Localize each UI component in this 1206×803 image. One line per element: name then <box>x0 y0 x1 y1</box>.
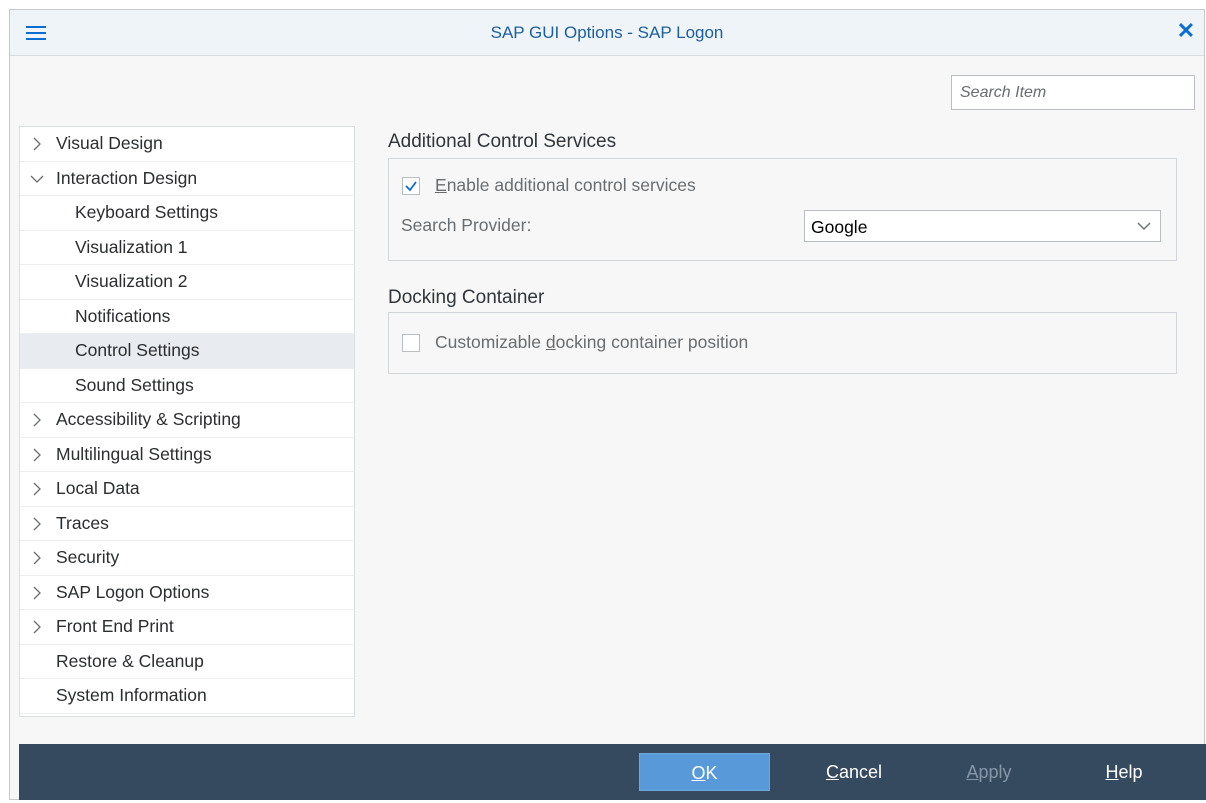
chevron-down-icon <box>1137 222 1151 230</box>
search-provider-select[interactable]: Google <box>804 210 1161 242</box>
close-icon[interactable]: ✕ <box>1174 19 1198 43</box>
tree-item-label: Restore & Cleanup <box>56 650 204 671</box>
tree-item-traces[interactable]: Traces <box>20 507 354 541</box>
tree-item-local-data[interactable]: Local Data <box>20 472 354 507</box>
tree-item-label: Local Data <box>56 478 140 498</box>
tree-item-label: Front End Print <box>56 616 174 636</box>
tree-item-label: Traces <box>56 512 109 533</box>
tree-item-keyboard-settings[interactable]: Keyboard Settings <box>20 196 354 231</box>
tree-item-label: Control Settings <box>75 340 200 360</box>
tree-item-visualization-2[interactable]: Visualization 2 <box>20 265 354 300</box>
section-title-additional-control-services: Additional Control Services <box>388 131 617 152</box>
tree-item-label: System Information <box>56 685 207 705</box>
tree-item-control-settings[interactable]: Control Settings <box>20 334 354 369</box>
tree-item-sound-settings[interactable]: Sound Settings <box>20 369 354 403</box>
tree-item-label: Visualization 2 <box>75 271 188 291</box>
tree-item-system-information[interactable]: System Information <box>20 679 354 714</box>
tree-item-label: Keyboard Settings <box>75 202 219 222</box>
docking-position-label[interactable]: Customizable docking container position <box>435 332 748 353</box>
docking-position-checkbox[interactable] <box>402 334 420 352</box>
tree-item-interaction-design[interactable]: Interaction Design <box>20 162 354 196</box>
section-title-docking-container: Docking Container <box>388 287 545 308</box>
tree-item-label: SAP Logon Options <box>56 581 210 602</box>
window-title: SAP GUI Options - SAP Logon <box>490 23 724 42</box>
enable-control-services-checkbox[interactable] <box>402 177 420 195</box>
tree-item-multilingual-settings[interactable]: Multilingual Settings <box>20 438 354 472</box>
tree-item-notifications[interactable]: Notifications <box>20 300 354 334</box>
docking-container-group: Customizable docking container position <box>388 312 1177 374</box>
tree-item-front-end-print[interactable]: Front End Print <box>20 610 354 645</box>
tree-item-label: Notifications <box>75 305 171 326</box>
tree-item-accessibility-scripting[interactable]: Accessibility & Scripting <box>20 403 354 438</box>
title-bar: SAP GUI Options - SAP Logon ✕ <box>10 10 1204 56</box>
tree-item-sap-logon-options[interactable]: SAP Logon Options <box>20 576 354 610</box>
tree-item-label: Interaction Design <box>56 167 198 188</box>
options-dialog: SAP GUI Options - SAP Logon ✕ Visual Des… <box>9 9 1206 800</box>
checkmark-icon <box>405 181 417 192</box>
tree-item-label: Visual Design <box>56 133 163 153</box>
tree-item-label: Multilingual Settings <box>56 443 212 464</box>
additional-control-services-group: Enable additional control services Searc… <box>388 158 1177 261</box>
tree-item-label: Security <box>56 547 120 567</box>
tree-item-visual-design[interactable]: Visual Design <box>20 127 354 162</box>
tree-item-visualization-1[interactable]: Visualization 1 <box>20 231 354 265</box>
search-input[interactable] <box>951 75 1195 110</box>
tree-item-label: Visualization 1 <box>75 236 188 257</box>
cancel-button[interactable]: Cancel <box>814 753 894 791</box>
apply-button[interactable]: Apply <box>954 753 1024 791</box>
enable-control-services-label[interactable]: Enable additional control services <box>435 175 696 196</box>
search-provider-value: Google <box>811 217 868 237</box>
ok-button[interactable]: OK <box>639 753 770 791</box>
footer-bar: OK Cancel Apply Help <box>19 744 1206 800</box>
tree-item-label: Accessibility & Scripting <box>56 409 241 429</box>
help-button[interactable]: Help <box>1094 753 1154 791</box>
tree-item-restore-cleanup[interactable]: Restore & Cleanup <box>20 645 354 679</box>
search-provider-label: Search Provider: <box>401 215 532 235</box>
tree-item-label: Sound Settings <box>75 374 194 395</box>
settings-tree: Visual Design Interaction Design Keyboard … <box>19 126 355 717</box>
tree-item-security[interactable]: Security <box>20 541 354 576</box>
